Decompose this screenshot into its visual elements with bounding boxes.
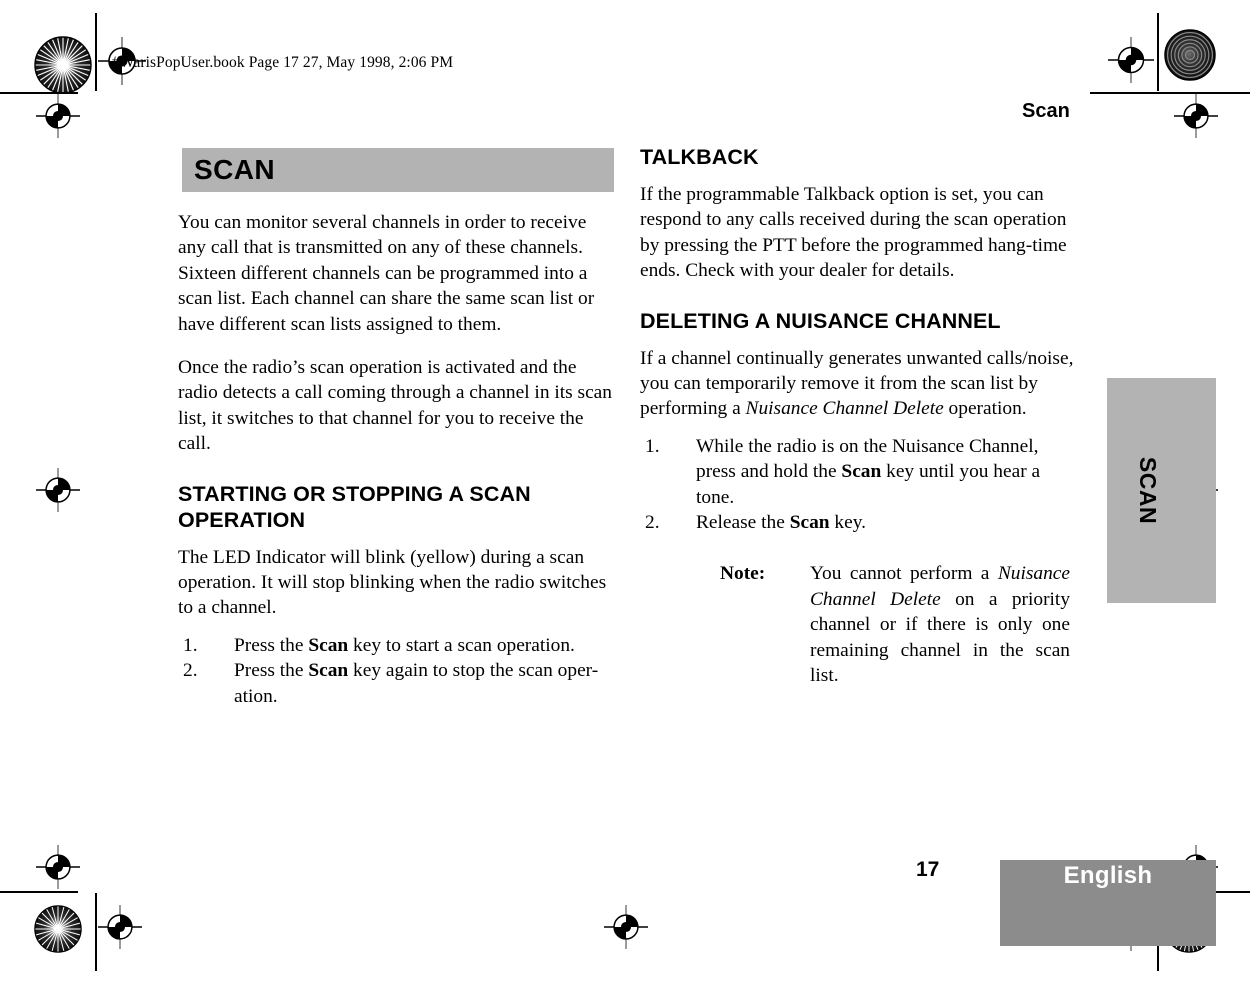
scan-paragraph-1: You can monitor several channels in orde… xyxy=(178,212,595,335)
trim-line-top-right-vertical xyxy=(1157,13,1159,91)
heading-talkback: TALKBACK xyxy=(640,145,759,169)
step-text-post: key. xyxy=(829,512,866,534)
scanned-manual-page: #WarisPopUser.book Page 17 27, May 1998,… xyxy=(0,0,1250,985)
file-stamp-text: #WarisPopUser.book Page 17 27, May 1998,… xyxy=(112,54,454,71)
note-text-pre: You cannot perform a xyxy=(810,563,998,585)
running-head-rule xyxy=(1090,92,1175,94)
page-number: 17 xyxy=(916,858,940,881)
heading-deleting-nuisance-channel: DELETING A NUISANCE CHANNEL xyxy=(640,308,1001,333)
left-column: SCAN You can monitor several channels in… xyxy=(178,148,618,709)
nuisance-text-post: operation. xyxy=(943,398,1027,420)
step-number: 2. xyxy=(183,660,198,682)
trim-line-top-left-vertical xyxy=(95,13,97,91)
registration-mark-bottom-left xyxy=(98,905,142,949)
running-head-title: Scan xyxy=(1022,100,1070,122)
note-block: Note: You cannot perform a Nuisance Chan… xyxy=(720,561,1070,688)
step-text-pre: Press the xyxy=(234,634,309,656)
step-key-name: Scan xyxy=(308,634,349,656)
step-key-name: Scan xyxy=(841,461,882,483)
registration-mark-left-lower xyxy=(36,845,80,889)
step-text-pre: Release the xyxy=(696,512,790,534)
trim-line-bottom-left-vertical xyxy=(95,893,97,971)
list-item: 2. Press the Scan key again to stop the s… xyxy=(178,658,618,709)
registration-mark-top-right xyxy=(1108,37,1154,83)
trim-line-bottom-left-horizontal xyxy=(0,891,78,893)
scan-banner-title: SCAN xyxy=(194,154,275,185)
registration-mark-left-upper xyxy=(36,94,80,138)
talkback-paragraph: If the programmable Talkback option is s… xyxy=(640,184,1067,282)
registration-mark-bottom-center xyxy=(604,905,648,949)
registration-mark-thumb-tab xyxy=(1174,468,1218,512)
scan-banner: SCAN xyxy=(182,148,614,192)
step-number: 2. xyxy=(645,512,660,534)
step-number: 1. xyxy=(183,634,198,656)
list-item: 1. While the radio is on the Nuisance Cha… xyxy=(640,434,1080,510)
registration-mark-right-upper xyxy=(1174,94,1218,138)
print-rosette-icon-bottom-left xyxy=(25,896,91,962)
nuisance-steps-list: 1. While the radio is on the Nuisance Cha… xyxy=(640,434,1080,536)
step-key-name: Scan xyxy=(789,512,830,534)
footer-language-box: English xyxy=(1000,860,1216,946)
starting-intro-paragraph: The LED Indicator will blink (yellow) du… xyxy=(178,546,607,619)
step-text-pre: Press the xyxy=(234,660,309,682)
step-text-post: key to start a scan operation. xyxy=(348,634,575,656)
print-rosette-icon xyxy=(23,25,103,105)
right-column: TALKBACK If the programmable Talkback op… xyxy=(640,144,1080,689)
starting-steps-list: 1. Press the Scan key to start a scan ope… xyxy=(178,633,618,709)
heading-starting-or-stopping: STARTING OR STOPPING A SCAN OPERATION xyxy=(178,481,531,532)
thumb-tab-label: SCAN xyxy=(1134,456,1161,525)
nuisance-paragraph: If a channel continually generates unwan… xyxy=(640,346,1080,422)
note-body: You cannot perform a Nuisance Channel De… xyxy=(810,561,1070,688)
note-label: Note: xyxy=(720,563,766,585)
nuisance-term-italic: Nuisance Channel Delete xyxy=(745,398,944,420)
list-item: 1. Press the Scan key to start a scan ope… xyxy=(178,633,618,658)
step-number: 1. xyxy=(645,435,660,457)
step-key-name: Scan xyxy=(308,660,349,682)
registration-mark-left-middle xyxy=(36,468,80,512)
list-item: 2. Release the Scan key. xyxy=(640,510,1080,535)
scan-paragraph-2: Once the radio’s scan operation is activ… xyxy=(178,357,612,455)
print-rosette-icon-top-right xyxy=(1164,29,1216,81)
footer-language-label: English xyxy=(1063,862,1153,889)
